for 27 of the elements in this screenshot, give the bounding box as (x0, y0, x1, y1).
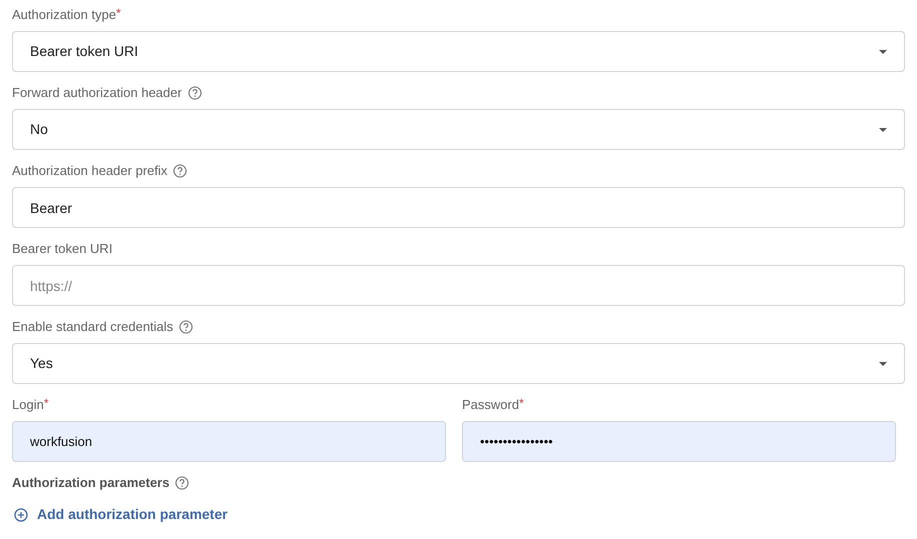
help-icon[interactable] (175, 476, 190, 490)
select-field[interactable]: No (12, 109, 905, 150)
input-field[interactable]: •••••••••••••••• (462, 421, 896, 462)
input-field[interactable]: https:// (12, 265, 905, 306)
caret-icon (879, 362, 887, 366)
plus-circle-icon (14, 508, 28, 522)
field-label: Authorization parameters (12, 474, 170, 492)
field-label: Password (462, 396, 520, 414)
required-mark: * (116, 7, 121, 19)
caret-icon (879, 128, 887, 132)
field-label: Authorization type (12, 6, 116, 24)
required-mark: * (519, 397, 524, 409)
add-parameter-link[interactable]: Add authorization parameter (14, 504, 228, 525)
field-label: Login (12, 396, 44, 414)
select-field[interactable]: Bearer token URI (12, 31, 905, 72)
caret-icon (879, 50, 887, 54)
input-field[interactable]: Bearer (12, 187, 905, 228)
select-field[interactable]: Yes (12, 343, 905, 384)
field-label: Forward authorization header (12, 84, 182, 102)
field-label: Bearer token URI (12, 240, 112, 258)
input-field[interactable]: workfusion (12, 421, 446, 462)
help-icon[interactable] (188, 86, 202, 100)
help-icon[interactable] (173, 164, 188, 178)
field-label: Enable standard credentials (12, 318, 174, 336)
field-label: Authorization header prefix (12, 162, 168, 180)
help-icon[interactable] (179, 320, 194, 334)
required-mark: * (44, 397, 48, 409)
